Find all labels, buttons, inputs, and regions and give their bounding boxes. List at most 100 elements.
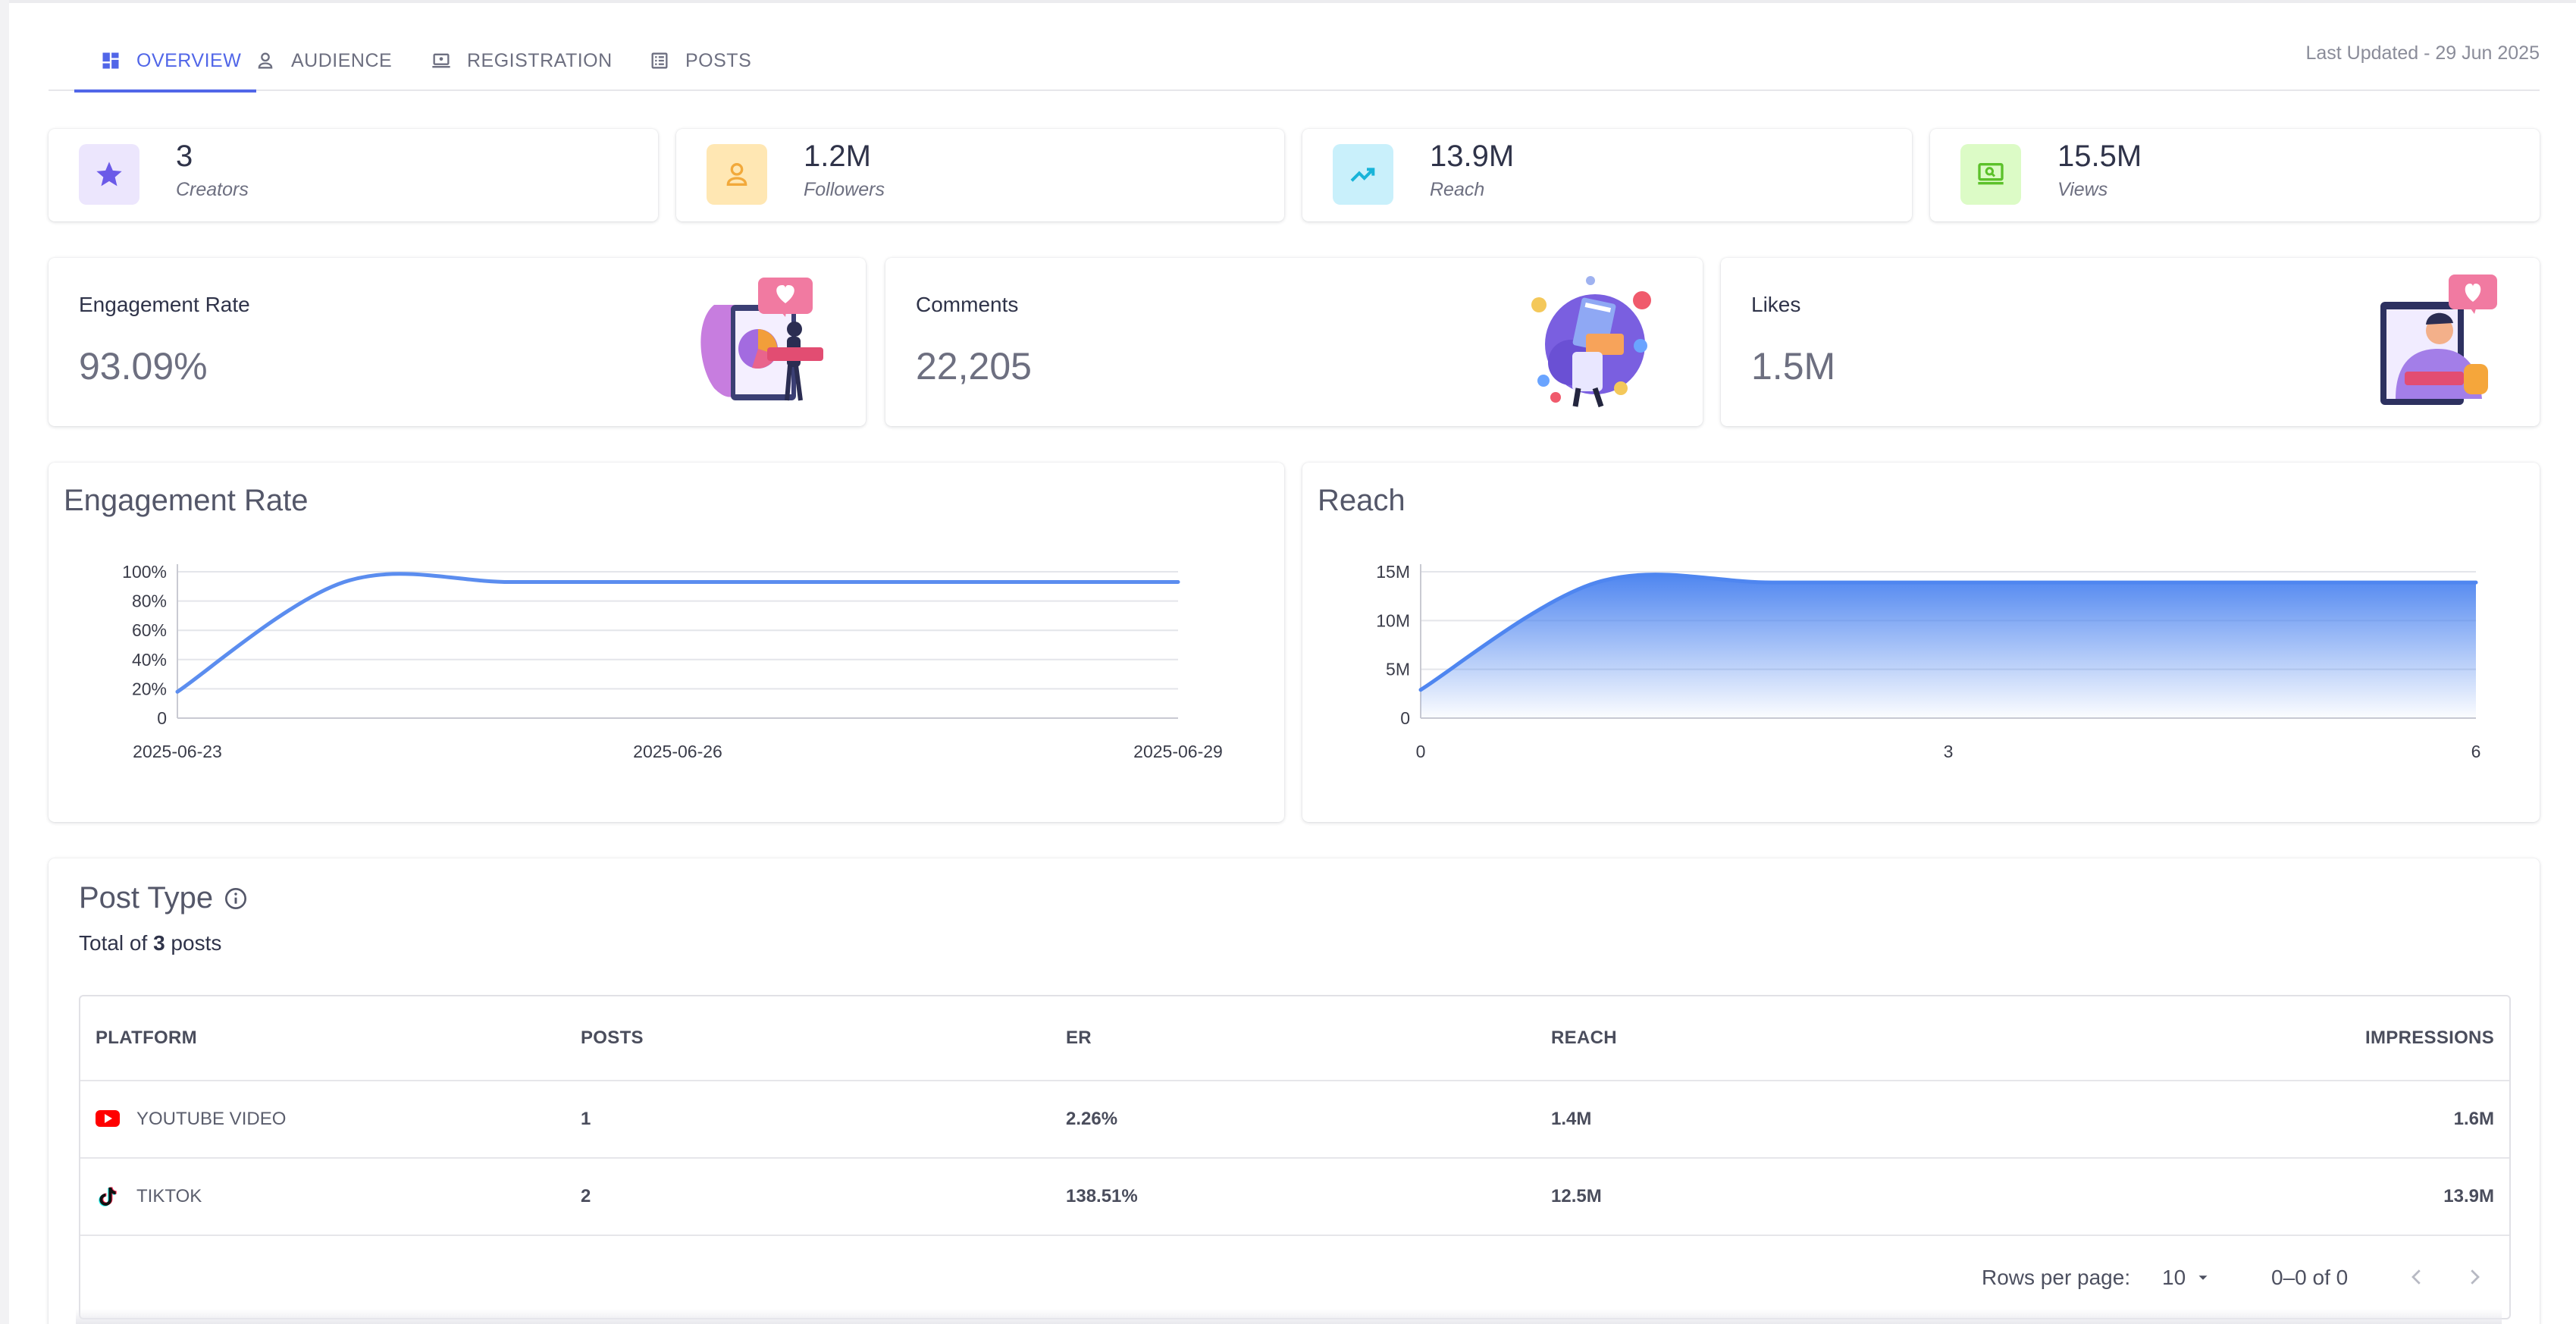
- kpi-card-engagement-rate: Engagement Rate 93.09%: [49, 258, 866, 426]
- tab-registration[interactable]: REGISTRATION: [431, 30, 613, 91]
- star-icon: [96, 162, 122, 187]
- stat-label: Followers: [804, 179, 885, 200]
- x-tick-label: 2025-06-26: [633, 742, 722, 761]
- x-tick-label: 6: [2471, 742, 2481, 761]
- post-total: Total of 3 posts: [79, 931, 221, 955]
- column-header-impressions[interactable]: IMPRESSIONS: [2365, 996, 2494, 1080]
- youtube-icon: [96, 1110, 120, 1127]
- table-header-row: PLATFORM POSTS ER REACH IMPRESSIONS: [80, 996, 2509, 1081]
- stat-card-reach: 13.9M Reach: [1302, 129, 1912, 221]
- stat-icon-box: [707, 144, 767, 205]
- post-type-title: Post Type: [79, 881, 248, 915]
- stat-value: 3: [176, 140, 193, 173]
- section-title: Post Type: [79, 881, 214, 915]
- top-edge: [0, 0, 2576, 3]
- rows-per-page-label: Rows per page:: [1982, 1266, 2131, 1289]
- y-tick-label: 80%: [132, 591, 167, 611]
- monitor-search-icon: [1978, 163, 2004, 185]
- reach-chart: 0 5M 10M 15M 0 3 6: [1376, 562, 2481, 761]
- info-icon[interactable]: [224, 886, 248, 911]
- y-tick-label: 0: [1400, 708, 1410, 728]
- y-tick-label: 60%: [132, 620, 167, 640]
- tab-posts[interactable]: POSTS: [649, 30, 751, 91]
- comments-illustration: [1531, 276, 1651, 408]
- table-row: TIKTOK 2 138.51% 12.5M 13.9M: [80, 1159, 2509, 1236]
- person-icon: [726, 162, 747, 186]
- er-cell: 138.51%: [1066, 1186, 1138, 1206]
- x-tick-label: 0: [1416, 742, 1426, 761]
- platform-name: YOUTUBE VIDEO: [136, 1109, 287, 1129]
- tiktok-icon: [99, 1187, 117, 1206]
- stat-card-views: 15.5M Views: [1930, 129, 2540, 221]
- impressions-cell: 1.6M: [2453, 1109, 2494, 1129]
- column-header-platform[interactable]: PLATFORM: [96, 996, 197, 1080]
- caret-down-icon: [2198, 1275, 2208, 1280]
- stat-value: 13.9M: [1430, 140, 1515, 173]
- reach-chart-card: Reach 0 5M 10M 15M 0 3 6: [1302, 463, 2540, 822]
- x-tick-label: 2025-06-29: [1133, 742, 1223, 761]
- kpi-value: 93.09%: [79, 345, 208, 387]
- platform-cell: YOUTUBE VIDEO: [96, 1081, 286, 1157]
- y-tick-label: 10M: [1376, 610, 1410, 630]
- stat-value: 15.5M: [2057, 140, 2142, 173]
- kpi-card-likes: Likes 1.5M: [1721, 258, 2540, 426]
- stat-label: Views: [2057, 179, 2108, 200]
- x-tick-label: 3: [1944, 742, 1954, 761]
- stat-card-followers: 1.2M Followers: [676, 129, 1284, 221]
- total-count: 3: [153, 931, 165, 955]
- trending-up-icon: [1350, 168, 1375, 182]
- er-cell: 2.26%: [1066, 1109, 1118, 1129]
- kpi-value: 1.5M: [1751, 345, 1836, 387]
- tab-audience[interactable]: AUDIENCE: [255, 30, 392, 91]
- tab-label: POSTS: [685, 49, 752, 71]
- stat-icon-box: [1333, 144, 1393, 205]
- column-header-er[interactable]: ER: [1066, 996, 1092, 1080]
- person-icon: [258, 52, 273, 69]
- stat-card-creators: 3 Creators: [49, 129, 658, 221]
- rows-per-page-select[interactable]: 10: [2162, 1238, 2211, 1318]
- post-type-card: Post Type Total of 3 posts PLATFORM POST…: [49, 858, 2540, 1324]
- likes-illustration: [2380, 275, 2497, 405]
- kpi-title: Comments: [916, 293, 1019, 316]
- engagement-illustration: [700, 278, 823, 401]
- next-page-button[interactable]: [2461, 1263, 2488, 1291]
- y-tick-label: 0: [157, 708, 167, 728]
- chevron-left-icon: [2411, 1269, 2421, 1285]
- area-fill: [1421, 574, 2476, 718]
- total-suffix: posts: [171, 931, 222, 955]
- column-header-posts[interactable]: POSTS: [581, 996, 644, 1080]
- tab-overview[interactable]: OVERVIEW: [74, 30, 256, 93]
- stat-icon-box: [79, 144, 139, 205]
- kpi-title: Engagement Rate: [79, 293, 250, 316]
- dashboard-icon: [102, 52, 119, 69]
- series-line: [175, 572, 1180, 694]
- posts-cell: 2: [581, 1186, 591, 1206]
- y-tick-label: 5M: [1386, 660, 1410, 679]
- engagement-rate-chart: 0 20% 40% 60% 80% 100% 2025-06-23 2025-06-26 202…: [122, 562, 1223, 761]
- y-tick-label: 40%: [132, 650, 167, 670]
- y-tick-label: 100%: [122, 562, 167, 582]
- stat-value: 1.2M: [804, 140, 871, 173]
- stat-label: Creators: [176, 179, 249, 200]
- table-pagination: Rows per page: 10 0–0 of 0: [80, 1238, 2509, 1318]
- tab-label: REGISTRATION: [467, 49, 613, 71]
- tab-label: AUDIENCE: [291, 49, 393, 71]
- tab-bar: OVERVIEW AUDIENCE REGISTRATION POSTS: [49, 30, 2540, 93]
- tab-label: OVERVIEW: [136, 49, 242, 71]
- list-icon: [651, 52, 668, 69]
- previous-page-button[interactable]: [2403, 1263, 2430, 1291]
- y-tick-label: 15M: [1376, 562, 1410, 582]
- table-row: YOUTUBE VIDEO 1 2.26% 1.4M 1.6M: [80, 1081, 2509, 1159]
- rows-per-page-value: 10: [2162, 1266, 2186, 1289]
- last-updated: Last Updated - 29 Jun 2025: [2305, 42, 2540, 64]
- chevron-right-icon: [2471, 1269, 2480, 1285]
- kpi-value: 22,205: [916, 345, 1032, 387]
- stat-icon-box: [1960, 144, 2021, 205]
- pagination-range: 0–0 of 0: [2271, 1266, 2349, 1289]
- laptop-icon: [432, 53, 450, 68]
- column-header-reach[interactable]: REACH: [1551, 996, 1617, 1080]
- left-edge: [0, 0, 9, 1324]
- post-type-table: PLATFORM POSTS ER REACH IMPRESSIONS YOUT…: [79, 995, 2511, 1319]
- bottom-shadow: [76, 1309, 2502, 1324]
- platform-name: TIKTOK: [136, 1186, 202, 1206]
